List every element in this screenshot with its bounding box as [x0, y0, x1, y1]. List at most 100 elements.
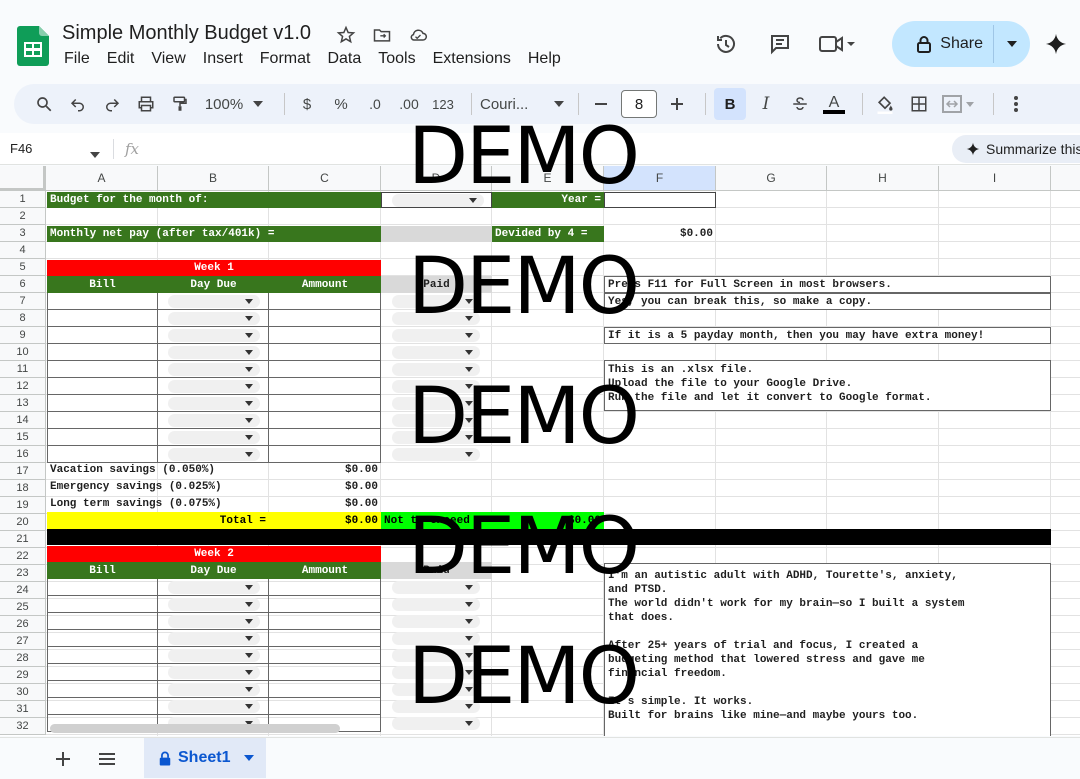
week1-row-cell[interactable]	[269, 344, 381, 361]
menu-format[interactable]: Format	[260, 50, 311, 68]
total-value-w1[interactable]: $0.00	[269, 512, 381, 529]
add-sheet-icon[interactable]	[50, 746, 76, 772]
row-header-8[interactable]: 8	[0, 310, 46, 327]
week2-paid-dropdown[interactable]	[392, 632, 480, 645]
paint-format-icon[interactable]	[166, 88, 194, 120]
year-input-cell[interactable]	[604, 192, 716, 208]
week2-day-due-dropdown[interactable]	[168, 615, 260, 628]
week1-day-due-dropdown[interactable]	[168, 431, 260, 444]
column-header-overflow[interactable]	[1051, 166, 1080, 191]
row-header-25[interactable]: 25	[0, 599, 46, 616]
week1-paid-dropdown[interactable]	[392, 397, 480, 410]
week2-row-cell[interactable]	[47, 613, 158, 630]
paid-header-w1[interactable]: Paid	[381, 276, 492, 293]
week2-row-cell[interactable]	[269, 681, 381, 698]
week2-row-cell[interactable]	[47, 579, 158, 596]
note-five-payday[interactable]: If it is a 5 payday month, then you may …	[604, 327, 1051, 344]
week2-day-due-dropdown[interactable]	[168, 581, 260, 594]
not-exceed-label-w1[interactable]: Not to exceed	[381, 512, 492, 529]
strikethrough-icon[interactable]	[786, 88, 814, 120]
version-history-icon[interactable]	[706, 24, 746, 64]
row-header-28[interactable]: 28	[0, 650, 46, 667]
menu-help[interactable]: Help	[528, 50, 561, 68]
week1-paid-dropdown[interactable]	[392, 329, 480, 342]
week1-paid-dropdown[interactable]	[392, 363, 480, 376]
week2-day-due-dropdown[interactable]	[168, 632, 260, 645]
week1-paid-dropdown[interactable]	[392, 312, 480, 325]
merge-cells-icon[interactable]	[939, 88, 979, 120]
week1-paid-dropdown[interactable]	[392, 346, 480, 359]
week1-paid-dropdown[interactable]	[392, 414, 480, 427]
menu-edit[interactable]: Edit	[107, 50, 135, 68]
menu-extensions[interactable]: Extensions	[433, 50, 511, 68]
share-button[interactable]: Share	[892, 21, 1030, 67]
menu-view[interactable]: View	[151, 50, 185, 68]
row-header-12[interactable]: 12	[0, 378, 46, 395]
week1-row-cell[interactable]	[269, 361, 381, 378]
zoom-select[interactable]: 100%	[200, 88, 270, 120]
week2-row-cell[interactable]	[269, 613, 381, 630]
week1-day-due-dropdown[interactable]	[168, 448, 260, 461]
font-size-increase-icon[interactable]	[663, 88, 691, 120]
longterm-savings-label[interactable]: Long term savings (0.075%)	[47, 495, 269, 512]
bill-header-w2[interactable]: Bill	[47, 562, 158, 579]
week1-row-cell[interactable]	[269, 395, 381, 412]
week2-row-cell[interactable]	[47, 664, 158, 681]
emergency-savings-label[interactable]: Emergency savings (0.025%)	[47, 478, 269, 495]
fill-color-icon[interactable]	[871, 88, 899, 120]
row-header-4[interactable]: 4	[0, 242, 46, 259]
row-header-2[interactable]: 2	[0, 208, 46, 225]
row-header-24[interactable]: 24	[0, 582, 46, 599]
week2-row-cell[interactable]	[47, 681, 158, 698]
week1-day-due-dropdown[interactable]	[168, 380, 260, 393]
week2-day-due-dropdown[interactable]	[168, 598, 260, 611]
name-box-dropdown-icon[interactable]	[90, 145, 100, 163]
not-exceed-value-w1[interactable]: $0.00	[492, 512, 604, 529]
amount-header-w2[interactable]: Ammount	[269, 562, 381, 579]
bold-button[interactable]: B	[714, 88, 746, 120]
week2-paid-dropdown[interactable]	[392, 581, 480, 594]
more-formats-button[interactable]: 123	[429, 88, 457, 120]
week1-row-cell[interactable]	[269, 293, 381, 310]
menu-tools[interactable]: Tools	[378, 50, 415, 68]
week1-row-cell[interactable]	[269, 412, 381, 429]
row-header-16[interactable]: 16	[0, 446, 46, 463]
week1-paid-dropdown[interactable]	[392, 431, 480, 444]
borders-icon[interactable]	[905, 88, 933, 120]
week1-row-cell[interactable]	[47, 327, 158, 344]
comments-icon[interactable]	[760, 24, 800, 64]
row-header-3[interactable]: 3	[0, 225, 46, 242]
row-header-23[interactable]: 23	[0, 565, 46, 582]
week2-row-cell[interactable]	[269, 698, 381, 715]
decrease-decimal-button[interactable]: .0	[361, 88, 389, 120]
row-header-9[interactable]: 9	[0, 327, 46, 344]
week2-day-due-dropdown[interactable]	[168, 649, 260, 662]
week2-day-due-dropdown[interactable]	[168, 683, 260, 696]
vacation-savings-label[interactable]: Vacation savings (0.050%)	[47, 461, 269, 478]
share-dropdown-icon[interactable]	[994, 21, 1030, 67]
row-header-21[interactable]: 21	[0, 531, 46, 548]
meet-icon[interactable]	[814, 24, 862, 64]
row-header-17[interactable]: 17	[0, 463, 46, 480]
divided-value[interactable]: $0.00	[604, 226, 716, 242]
row-header-10[interactable]: 10	[0, 344, 46, 361]
note-full-screen[interactable]: Press F11 for Full Screen in most browse…	[604, 276, 1051, 293]
search-icon[interactable]	[30, 88, 58, 120]
note-author-story[interactable]: I'm an autistic adult with ADHD, Tourett…	[604, 563, 1051, 736]
week1-row-cell[interactable]	[269, 310, 381, 327]
row-header-1[interactable]: 1	[0, 191, 46, 208]
row-header-11[interactable]: 11	[0, 361, 46, 378]
day-due-header-w1[interactable]: Day Due	[158, 276, 269, 293]
spreadsheet-grid[interactable]: ABCDEFGHI 1 2 3 4 5 6 7 8 9 10 11 12 13 14 15 16 17 18 19 2…	[0, 166, 1080, 736]
print-icon[interactable]	[132, 88, 160, 120]
week2-row-cell[interactable]	[269, 647, 381, 664]
week2-paid-dropdown[interactable]	[392, 649, 480, 662]
column-header-a[interactable]: A	[46, 166, 158, 191]
week1-day-due-dropdown[interactable]	[168, 295, 260, 308]
row-header-22[interactable]: 22	[0, 548, 46, 565]
week1-row-cell[interactable]	[47, 361, 158, 378]
week2-paid-dropdown[interactable]	[392, 700, 480, 713]
week1-day-due-dropdown[interactable]	[168, 346, 260, 359]
sheet-tab-sheet1[interactable]: Sheet1	[144, 738, 266, 778]
cloud-status-icon[interactable]	[407, 24, 429, 46]
